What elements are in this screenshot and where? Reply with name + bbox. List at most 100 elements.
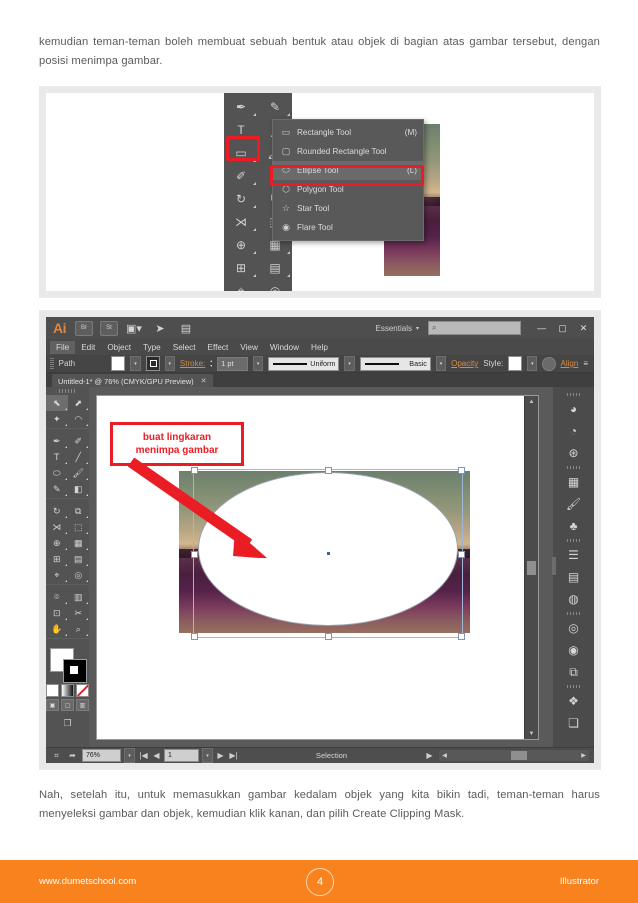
stroke-weight-dropdown-icon[interactable]: ▾ (252, 356, 264, 371)
ellipse-tool-icon[interactable]: ⬭ (46, 465, 68, 481)
maximize-button[interactable]: ▢ (552, 317, 573, 339)
color-guide-panel-icon[interactable]: ◔ (561, 420, 587, 442)
scroll-left-icon[interactable]: ◀ (440, 750, 449, 761)
document-tab[interactable]: Untitled-1* @ 76% (CMYK/GPU Preview) ✕ (52, 374, 213, 388)
transform-panel-icon[interactable]: ⧉ (561, 661, 587, 683)
screen-mode-icon[interactable]: ❐ (46, 715, 89, 731)
stroke-swatch[interactable] (63, 659, 87, 683)
blob-brush-icon[interactable]: ✐ (224, 164, 258, 187)
type-tool-icon[interactable]: T (46, 449, 68, 465)
paintbrush-tool-icon[interactable]: 🖌 (68, 465, 90, 481)
style-dropdown-icon[interactable]: ▾ (527, 356, 538, 371)
menu-effect[interactable]: Effect (202, 341, 235, 354)
symbol-sprayer-tool-icon[interactable]: ⌾ (46, 589, 68, 605)
zoom-dropdown-icon[interactable]: ▾ (124, 748, 135, 763)
status-text[interactable]: Selection (242, 751, 421, 760)
gradient-icon[interactable] (61, 684, 74, 697)
none-icon[interactable] (76, 684, 89, 697)
perspective-grid-tool-icon[interactable]: ▦ (68, 535, 90, 551)
scale-tool-icon[interactable]: ⧉ (68, 503, 90, 519)
handle-middle-left[interactable] (191, 550, 198, 558)
pencil-tool-icon[interactable]: ✎ (46, 481, 68, 497)
handle-top-right[interactable] (458, 467, 465, 474)
menu-edit[interactable]: Edit (75, 341, 101, 354)
brush-definition-dropdown-icon[interactable]: ▾ (435, 356, 447, 371)
pen-icon[interactable]: ✒ (224, 95, 258, 118)
blend-tool-icon[interactable]: ◎ (68, 567, 90, 583)
selection-bounding-box[interactable] (191, 467, 465, 640)
brushes-panel-icon[interactable]: 🖌 (561, 493, 587, 515)
slice-tool-icon[interactable]: ✂ (68, 605, 90, 621)
scroll-up-icon[interactable]: ▲ (525, 396, 538, 407)
symbols-panel-icon[interactable]: ♣ (561, 515, 587, 537)
menu-item-polygon-tool[interactable]: ⬡ Polygon Tool (273, 180, 423, 199)
panel-options-icon[interactable]: ≡ (583, 359, 594, 368)
width-tool-icon[interactable]: ⋊ (46, 519, 68, 535)
selection-tool-icon[interactable]: ⬉ (46, 395, 68, 411)
close-button[interactable]: ✕ (573, 317, 594, 339)
stroke-label[interactable]: Stroke: (180, 359, 205, 368)
layers-panel-icon[interactable]: ❖ (561, 690, 587, 712)
scroll-down-icon[interactable]: ▼ (525, 728, 538, 739)
rotate-icon[interactable]: ↻ (224, 187, 258, 210)
rectangle-tool-icon[interactable]: ▭ (224, 141, 258, 164)
color-panel-icon[interactable]: ◕ (561, 398, 587, 420)
handle-middle-right[interactable] (458, 550, 465, 558)
menu-item-rounded-rectangle-tool[interactable]: ▢ Rounded Rectangle Tool (273, 142, 423, 161)
handle-bottom-left[interactable] (191, 633, 198, 640)
swatches-panel-icon[interactable]: ▦ (561, 471, 587, 493)
menu-item-flare-tool[interactable]: ◉ Flare Tool (273, 218, 423, 237)
eyedropper-icon[interactable]: ⌖ (224, 279, 258, 291)
menu-file[interactable]: File (50, 340, 76, 354)
scrollbar-thumb[interactable] (527, 560, 536, 575)
dock-collapse-tab[interactable] (552, 556, 556, 575)
menu-type[interactable]: Type (137, 341, 167, 354)
width-icon[interactable]: ⋊ (224, 210, 258, 233)
recolor-artwork-icon[interactable] (542, 356, 556, 371)
handle-top-center[interactable] (325, 467, 332, 474)
paper-plane-icon[interactable]: ➤ (151, 321, 169, 335)
align-label[interactable]: Align (561, 359, 579, 368)
libraries-icon[interactable]: ▤ (177, 321, 195, 335)
menu-item-star-tool[interactable]: ☆ Star Tool (273, 199, 423, 218)
appearance-panel-icon[interactable]: ◉ (561, 639, 587, 661)
panel-grip[interactable] (50, 358, 54, 369)
curvature-tool-icon[interactable]: ✐ (68, 433, 90, 449)
tools-panel-grip[interactable] (59, 389, 75, 393)
mesh-icon[interactable]: ⊞ (224, 256, 258, 279)
free-transform-tool-icon[interactable]: ⬚ (68, 519, 90, 535)
prev-page-icon[interactable]: ◀ (152, 751, 161, 760)
arrange-documents-icon[interactable]: ▣▾ (125, 321, 143, 335)
artboards-panel-icon[interactable]: ❏ (561, 712, 587, 734)
magic-wand-tool-icon[interactable]: ✦ (46, 411, 68, 427)
pencil-icon[interactable]: ✎ (258, 95, 292, 118)
handle-bottom-center[interactable] (325, 633, 332, 640)
style-swatch[interactable] (508, 356, 523, 371)
search-input[interactable]: ⌕ (428, 321, 521, 335)
blend-icon[interactable]: ◎ (258, 279, 292, 292)
last-page-icon[interactable]: ▶| (228, 751, 239, 760)
transparency-panel-icon[interactable]: ◍ (561, 588, 587, 610)
draw-behind-icon[interactable]: ▢ (61, 699, 74, 711)
status-menu-icon[interactable]: ▶ (424, 751, 435, 760)
pathfinder-panel-icon[interactable]: ◎ (561, 617, 587, 639)
minimize-button[interactable]: — (531, 317, 552, 339)
menu-item-ellipse-tool[interactable]: ⬭ Ellipse Tool (L) (273, 161, 423, 180)
go-to-bridge-button[interactable]: Br (75, 320, 93, 336)
stroke-profile-dropdown-icon[interactable]: ▾ (344, 356, 355, 371)
eraser-tool-icon[interactable]: ◧ (68, 481, 90, 497)
stroke-profile-field[interactable]: Uniform (268, 356, 340, 371)
fill-dropdown-icon[interactable]: ▾ (130, 356, 141, 371)
fill-color-swatch[interactable] (111, 356, 126, 371)
menu-select[interactable]: Select (167, 341, 202, 354)
draw-normal-icon[interactable]: ▣ (46, 699, 59, 711)
pen-tool-icon[interactable]: ✒ (46, 433, 68, 449)
vertical-scrollbar[interactable]: ▲ ▼ (524, 396, 538, 739)
brush-definition-field[interactable]: Basic (359, 356, 431, 371)
mesh-tool-icon[interactable]: ⊞ (46, 551, 68, 567)
dock-grip[interactable] (561, 391, 587, 398)
gradient-panel-icon[interactable]: ▤ (561, 566, 587, 588)
page-dropdown-icon[interactable]: ▾ (202, 748, 213, 763)
menu-help[interactable]: Help (305, 341, 334, 354)
zoom-level-field[interactable]: 76% (82, 749, 121, 762)
